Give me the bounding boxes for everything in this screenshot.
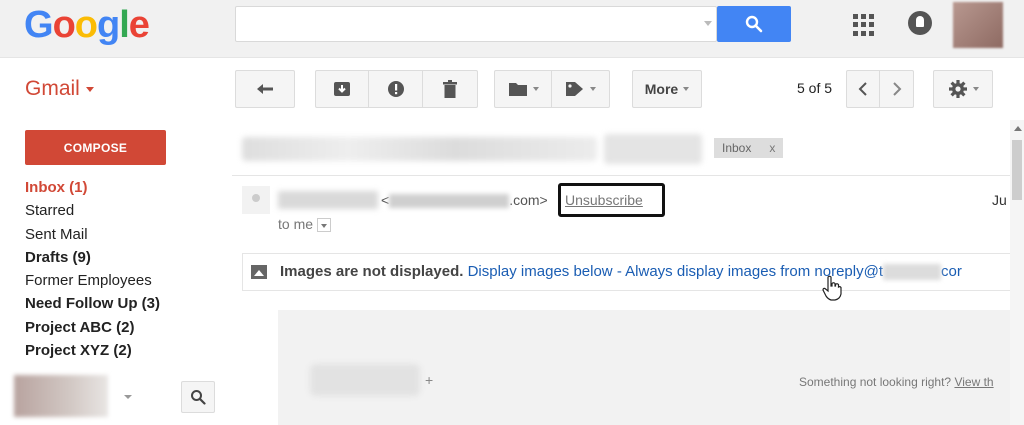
chevron-down-icon bbox=[683, 87, 690, 91]
sender-avatar bbox=[242, 186, 270, 214]
compose-button[interactable]: COMPOSE bbox=[25, 130, 166, 165]
chevron-down-icon[interactable] bbox=[124, 395, 132, 399]
chevron-down-icon bbox=[532, 87, 539, 91]
apps-grid-icon[interactable] bbox=[853, 14, 875, 36]
display-images-below-link[interactable]: Display images below bbox=[468, 263, 613, 280]
domain-redacted bbox=[883, 264, 941, 281]
sidebar-item-sent-mail[interactable]: Sent Mail bbox=[25, 225, 225, 248]
sender-email-suffix: .com> bbox=[509, 192, 548, 208]
pager-nav-group bbox=[846, 70, 914, 108]
top-bar: Google bbox=[0, 0, 1024, 58]
sidebar-item-former-employees[interactable]: Former Employees bbox=[25, 271, 225, 294]
chevron-left-icon bbox=[858, 82, 867, 96]
remove-label-icon[interactable]: x bbox=[769, 141, 775, 155]
view-in-browser-notice: Something not looking right? View th bbox=[799, 375, 994, 389]
message-view: Inbox x < .com> Unsubscribe Ju to me Imag… bbox=[232, 120, 1012, 425]
settings-button[interactable] bbox=[933, 70, 993, 108]
sender-email: < .com> bbox=[381, 192, 548, 209]
logo-letter: G bbox=[24, 4, 54, 46]
search-options-icon[interactable] bbox=[704, 21, 712, 26]
search-icon bbox=[191, 390, 206, 405]
images-hidden-banner: Images are not displayed. Display images… bbox=[242, 253, 1012, 291]
spam-icon bbox=[387, 81, 404, 97]
label-chip[interactable]: Inbox x bbox=[714, 138, 784, 158]
subject-redacted bbox=[242, 137, 597, 161]
notifications-bell-icon[interactable] bbox=[908, 11, 932, 35]
sender-name-redacted bbox=[278, 191, 378, 209]
trash-icon bbox=[442, 80, 457, 98]
sidebar-item-project-abc[interactable]: Project ABC (2) bbox=[25, 318, 225, 341]
recipient-details[interactable]: to me bbox=[278, 216, 332, 233]
label-list: Inbox (1) Starred Sent Mail Drafts (9) F… bbox=[25, 178, 225, 364]
unsubscribe-link[interactable]: Unsubscribe bbox=[565, 192, 643, 208]
chevron-down-icon bbox=[85, 86, 94, 92]
back-button[interactable] bbox=[235, 70, 295, 108]
delete-button[interactable] bbox=[423, 71, 477, 107]
logo-letter: o bbox=[74, 4, 98, 46]
chevron-down-icon bbox=[972, 87, 979, 91]
email-redacted bbox=[389, 194, 510, 209]
message-date: Ju bbox=[992, 192, 1007, 208]
archive-icon bbox=[334, 82, 351, 96]
sidebar-item-inbox[interactable]: Inbox (1) bbox=[25, 178, 225, 201]
sidebar-item-drafts[interactable]: Drafts (9) bbox=[25, 248, 225, 271]
chevron-right-icon bbox=[892, 82, 901, 96]
scrollbar-thumb[interactable] bbox=[1012, 140, 1022, 200]
sidebar-item-starred[interactable]: Starred bbox=[25, 201, 225, 224]
organize-button-group bbox=[494, 70, 610, 108]
chevron-down-icon bbox=[590, 87, 596, 91]
label-chip-text: Inbox bbox=[722, 141, 752, 155]
body-plus: + bbox=[425, 372, 434, 388]
people-search-button[interactable] bbox=[181, 381, 215, 413]
more-label: More bbox=[644, 81, 679, 97]
not-right-text: Something not looking right? bbox=[799, 375, 952, 389]
logo-letter: g bbox=[97, 4, 120, 46]
show-details-icon[interactable] bbox=[317, 218, 332, 233]
account-avatar[interactable] bbox=[953, 2, 1003, 48]
scroll-up-icon[interactable] bbox=[1014, 126, 1022, 131]
search-button[interactable] bbox=[717, 6, 791, 42]
archive-button[interactable] bbox=[316, 71, 370, 107]
search-icon bbox=[745, 15, 763, 33]
body-content-redacted bbox=[310, 364, 420, 396]
search-input[interactable] bbox=[235, 6, 717, 42]
logo-letter: l bbox=[119, 4, 130, 46]
to-me-label: to me bbox=[278, 216, 314, 232]
older-button[interactable] bbox=[880, 71, 913, 107]
more-button[interactable]: More bbox=[632, 70, 702, 108]
report-spam-button[interactable] bbox=[369, 71, 423, 107]
back-arrow-icon bbox=[257, 84, 273, 94]
action-button-group bbox=[315, 70, 478, 108]
hangouts-user-avatar[interactable] bbox=[14, 375, 108, 417]
subject-redacted bbox=[604, 134, 702, 164]
sidebar-item-project-xyz[interactable]: Project XYZ (2) bbox=[25, 341, 225, 364]
images-notice-text: Images are not displayed. bbox=[280, 263, 464, 280]
always-display-tail[interactable]: cor bbox=[941, 263, 962, 280]
separator: - bbox=[612, 263, 626, 280]
images-notice: Images are not displayed. Display images… bbox=[280, 263, 962, 281]
folder-icon bbox=[508, 83, 527, 96]
hand-cursor-icon bbox=[822, 275, 842, 301]
always-display-images-link[interactable]: Always display images from noreply@t bbox=[625, 263, 883, 280]
gmail-label: Gmail bbox=[25, 77, 80, 100]
google-logo[interactable]: Google bbox=[24, 4, 150, 47]
gmail-menu[interactable]: Gmail bbox=[25, 77, 94, 101]
sender-email-prefix: < bbox=[381, 192, 390, 208]
logo-letter: o bbox=[52, 4, 76, 46]
label-tag-icon bbox=[566, 82, 583, 96]
move-to-button[interactable] bbox=[495, 71, 553, 107]
image-icon bbox=[251, 265, 267, 279]
view-in-browser-link[interactable]: View th bbox=[954, 375, 993, 389]
pager-text: 5 of 5 bbox=[797, 80, 833, 96]
divider bbox=[232, 175, 1012, 176]
gear-icon bbox=[948, 80, 967, 98]
labels-button[interactable] bbox=[552, 71, 609, 107]
logo-letter: e bbox=[128, 4, 150, 46]
newer-button[interactable] bbox=[847, 71, 881, 107]
sidebar-item-need-follow-up[interactable]: Need Follow Up (3) bbox=[25, 294, 225, 317]
